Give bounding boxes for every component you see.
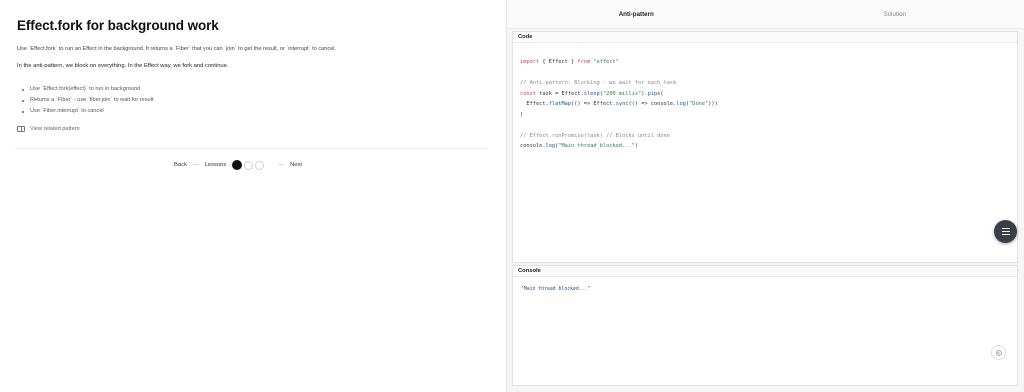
ban-icon [995,349,1002,356]
console-panel-header: Console [513,266,1017,277]
bullet-item: Returns a `Fiber` - use `fiber.join` to … [22,95,153,106]
code-editor[interactable]: import { Effect } from "effect" // Anti-… [520,57,718,152]
code-line: // Effect.runPromise(task) // Blocks unt… [520,132,670,139]
code-panel: Code import { Effect } from "effect" // … [512,31,1018,263]
nav-separator: — [278,162,285,168]
view-related-pattern-link[interactable]: View related pattern [17,126,80,132]
console-panel: Console "Main thread blocked..." [512,265,1018,386]
lesson-summary: In the anti-pattern, we block on everyth… [17,63,229,69]
playground-pane: Anti-pattern Solution Code import { Effe… [506,0,1024,392]
lesson-dot-3[interactable] [255,160,265,170]
book-icon [17,126,25,132]
code-line: const task = Effect.sleep("200 millis").… [520,90,664,97]
divider [15,148,487,149]
menu-button[interactable] [994,220,1017,243]
code-line: Effect.flatMap(() => Effect.sync(() => c… [520,101,718,107]
menu-icon [1001,228,1010,235]
console-output: "Main thread blocked..." [521,287,591,292]
tab-anti-pattern[interactable]: Anti-pattern [507,0,766,28]
lesson-panel: Effect.fork for background work Use `Eff… [0,0,506,392]
lesson-description: Use `Effect.fork` to run an Effect in th… [17,46,337,52]
lesson-dot-2[interactable] [244,160,254,170]
lesson-title: Effect.fork for background work [17,18,219,33]
code-line: // Anti-pattern: Blocking - we wait for … [520,80,677,86]
lesson-bullets: Use `Effect.fork(effect)` to run in back… [22,84,153,117]
code-panel-header: Code [513,32,1017,43]
back-button[interactable]: Back [174,162,187,168]
lesson-progress-dots [232,160,266,170]
bullet-item: Use `Fiber.interrupt` to cancel [22,106,153,117]
next-button[interactable]: Next [290,162,302,168]
code-line: console.log("Main thread blocked...") [520,143,639,149]
code-line: ) [520,111,524,118]
tab-solution[interactable]: Solution [766,0,1024,28]
nav-separator: — [192,162,199,168]
code-line: import { Effect } from "effect" [520,59,619,65]
lesson-navigation: Back — Lessons — Next [174,159,302,171]
lesson-dot-1[interactable] [232,160,243,170]
tab-bar: Anti-pattern Solution [507,0,1024,29]
lessons-link[interactable]: Lessons [205,162,227,168]
related-link-label: View related pattern [30,126,80,132]
clear-console-button[interactable] [991,345,1006,360]
bullet-item: Use `Effect.fork(effect)` to run in back… [22,84,153,95]
